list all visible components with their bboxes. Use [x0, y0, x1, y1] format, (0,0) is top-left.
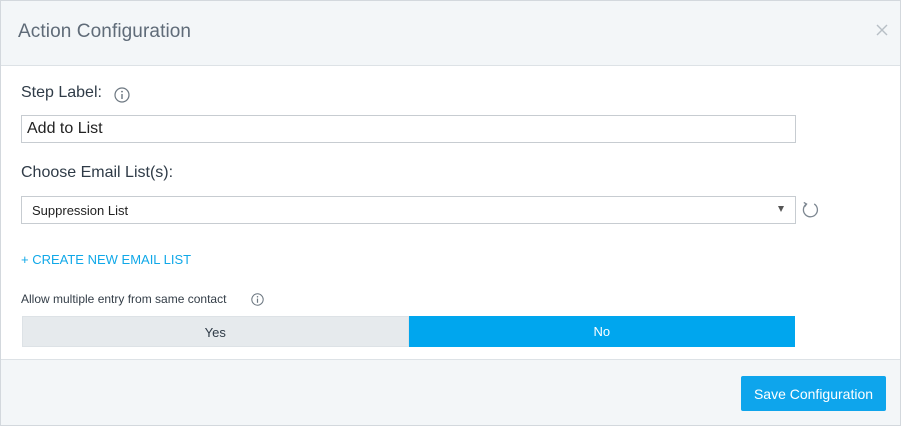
- action-configuration-modal: Action Configuration Step Label: Choose …: [0, 0, 901, 426]
- info-icon[interactable]: [114, 87, 130, 103]
- step-label-heading: Step Label:: [21, 84, 102, 101]
- multiple-entry-toggle: Yes No: [22, 316, 795, 347]
- email-list-heading: Choose Email List(s):: [21, 164, 174, 181]
- modal-title: Action Configuration: [18, 21, 192, 42]
- create-new-email-list-link[interactable]: + CREATE NEW EMAIL LIST: [21, 252, 191, 267]
- modal-header: Action Configuration: [1, 1, 900, 66]
- toggle-option-yes[interactable]: Yes: [22, 316, 409, 347]
- refresh-icon[interactable]: [801, 200, 820, 219]
- toggle-option-no[interactable]: No: [408, 316, 795, 347]
- multiple-entry-label: Allow multiple entry from same contact: [21, 292, 227, 306]
- save-configuration-button[interactable]: Save Configuration: [741, 376, 886, 411]
- close-icon[interactable]: [874, 22, 890, 38]
- step-label-input[interactable]: [21, 115, 796, 143]
- chevron-down-icon: [778, 206, 784, 212]
- email-list-select[interactable]: Suppression List: [21, 196, 796, 224]
- email-list-selected-value: Suppression List: [32, 203, 129, 218]
- info-icon[interactable]: [251, 293, 264, 306]
- modal-body: Step Label: Choose Email List(s): Suppre…: [1, 66, 900, 360]
